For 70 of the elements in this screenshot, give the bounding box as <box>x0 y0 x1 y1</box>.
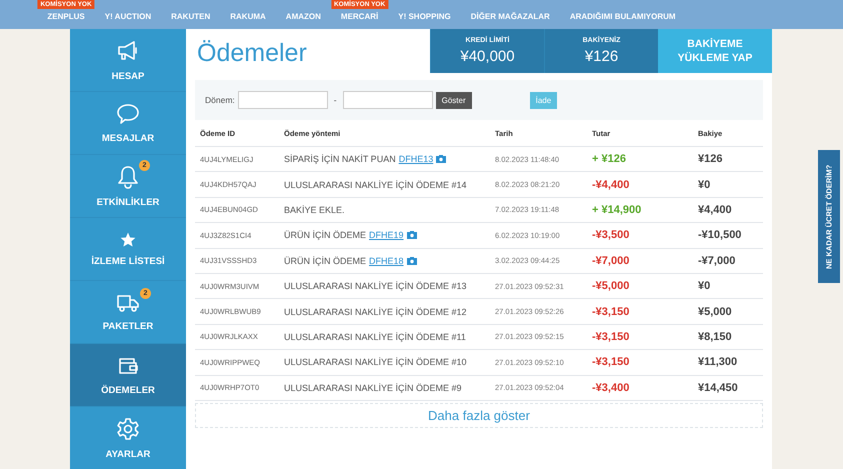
date-separator: - <box>334 95 337 105</box>
balance-cell-text: ¥14,450 <box>698 382 739 394</box>
amount-cell-text: + ¥126 <box>592 153 627 166</box>
truck-icon <box>116 292 140 312</box>
order-link[interactable]: DFHE13 <box>398 154 434 164</box>
payment-method: ULUSLARARASI NAKLİYE İÇİN ÖDEME #10 <box>284 357 467 368</box>
balance-cell-text: -¥10,500 <box>698 229 742 242</box>
sidebar-label: ETKİNLİKLER <box>96 196 160 208</box>
period-label: Dönem: <box>205 95 235 105</box>
amount-cell-text: -¥4,400 <box>592 178 630 191</box>
start-date-field[interactable] <box>238 91 328 109</box>
balance-cell-text: ¥4,400 <box>698 204 733 216</box>
camera-icon[interactable] <box>406 231 417 240</box>
nav-link[interactable]: Y! AUCTION <box>104 12 152 21</box>
speech-bubble-icon <box>116 102 140 124</box>
camera-icon[interactable] <box>436 155 446 164</box>
payment-method: ULUSLARARASI NAKLİYE İÇİN ÖDEME #14 <box>284 180 467 190</box>
balance-cell-text: ¥11,300 <box>698 356 738 368</box>
order-link[interactable]: DFHE18 <box>369 256 404 266</box>
megaphone-icon <box>116 38 140 62</box>
payment-method: BAKİYE EKLE. <box>284 204 345 215</box>
payment-method: ÜRÜN İÇİN ÖDEME <box>284 230 366 240</box>
amount-cell-text: -¥5,000 <box>592 280 630 292</box>
payment-method: ÜRÜN İÇİN ÖDEME <box>284 256 366 266</box>
nav-link[interactable]: Y! SHOPPING <box>398 12 451 21</box>
sidebar-item[interactable]: ÖDEMELER <box>70 344 186 407</box>
sidebar-label: ÖDEMELER <box>101 384 155 396</box>
sidebar-label: İZLEME LİSTESİ <box>91 256 165 266</box>
balance-cell-text: ¥8,150 <box>698 330 733 343</box>
refund-button[interactable]: İade <box>530 92 558 108</box>
balance-cell-text: ¥126 <box>698 153 724 166</box>
nav-link[interactable]: RAKUTEN <box>171 12 210 21</box>
bell-icon <box>117 164 139 188</box>
payment-method: SİPARİŞ İÇİN NAKİT PUAN <box>284 154 396 164</box>
show-more-button[interactable]: Daha fazla göster <box>195 402 763 428</box>
camera-icon[interactable] <box>406 256 417 265</box>
nav-link[interactable]: MERCARİ <box>340 12 378 21</box>
amount-cell-text: -¥3,500 <box>592 229 630 242</box>
end-date-field[interactable] <box>342 91 433 109</box>
balance-cell-text: -¥7,000 <box>698 254 736 267</box>
sidebar-label: PAKETLER <box>102 320 154 332</box>
show-button[interactable]: Göster <box>436 92 472 108</box>
nav-link[interactable]: DİĞER MAĞAZALAR <box>470 12 550 21</box>
sidebar-label: MESAJLAR <box>102 132 154 144</box>
order-link[interactable]: DFHE19 <box>369 230 404 240</box>
stat-value: ¥40,000 <box>460 48 515 65</box>
nav-link[interactable]: AMAZON <box>286 12 321 21</box>
amount-cell-text: -¥7,000 <box>592 254 630 267</box>
payment-method: ULUSLARARASI NAKLİYE İÇİN ÖDEME #11 <box>284 332 466 342</box>
payment-method: ULUSLARARASI NAKLİYE İÇİN ÖDEME #13 <box>284 281 467 292</box>
amount-cell-text: -¥3,150 <box>592 306 630 318</box>
top-up-button[interactable]: BAKİYEME YÜKLEME YAP <box>658 29 772 73</box>
nav-link[interactable]: ZENPLUS <box>47 12 85 21</box>
balance-cell-text: ¥0 <box>698 280 712 292</box>
payment-method: ULUSLARARASI NAKLİYE İÇİN ÖDEME #9 <box>284 382 462 393</box>
settings-icon <box>116 416 140 440</box>
sidebar-label: AYARLAR <box>106 448 150 460</box>
balance-cell-text: ¥0 <box>698 178 712 191</box>
amount-cell-text: -¥3,400 <box>592 382 630 394</box>
payment-method: ULUSLARARASI NAKLİYE İÇİN ÖDEME #12 <box>284 306 467 317</box>
star-icon <box>120 232 136 248</box>
amount-cell-text: -¥3,150 <box>592 356 630 368</box>
nav-link[interactable]: RAKUMA <box>230 12 266 21</box>
stat-value: ¥126 <box>584 48 618 65</box>
sidebar-label: HESAP <box>112 70 144 82</box>
page-title: Ödemeler <box>196 38 308 69</box>
amount-cell-text: + ¥14,900 <box>592 204 642 216</box>
amount-cell-text: -¥3,150 <box>592 330 630 343</box>
balance-cell-text: ¥5,000 <box>698 306 733 318</box>
nav-link[interactable]: ARADIĞIMI BULAMIYORUM <box>570 12 676 21</box>
